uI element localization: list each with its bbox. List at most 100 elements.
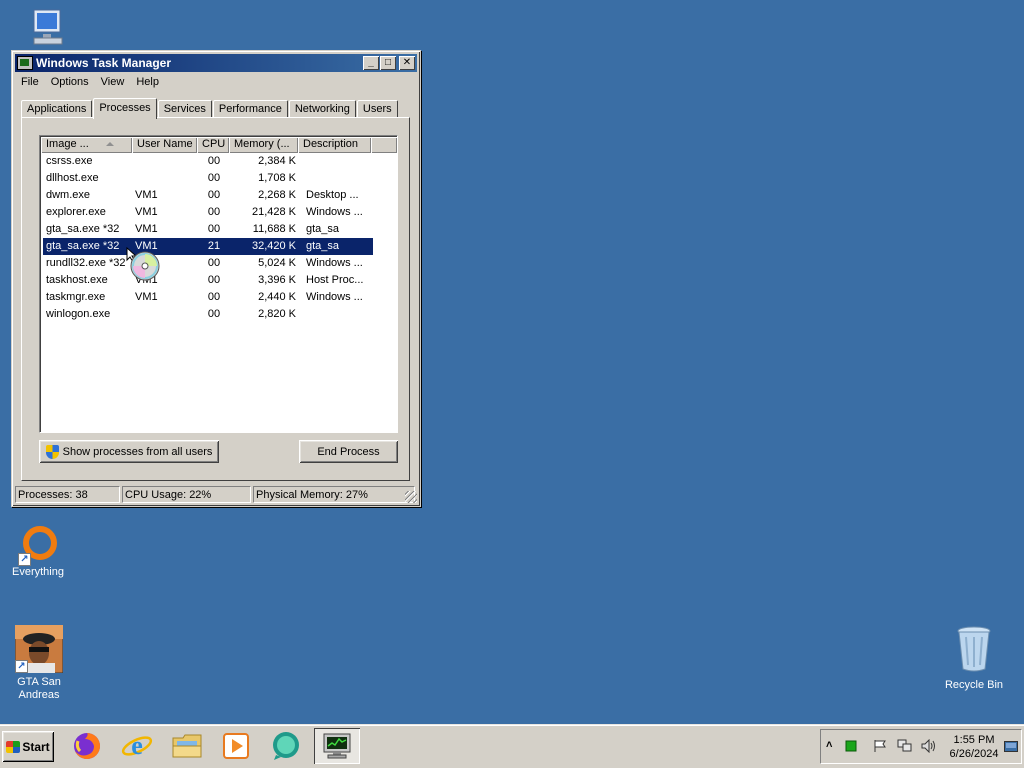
task-manager-icon bbox=[17, 56, 33, 70]
busy-cursor-icon bbox=[126, 246, 160, 281]
tab-performance[interactable]: Performance bbox=[212, 100, 288, 118]
column-image-name[interactable]: Image ... bbox=[41, 137, 132, 153]
taskbar-internet-explorer[interactable]: e bbox=[119, 728, 155, 764]
tab-processes[interactable]: Processes bbox=[93, 98, 157, 119]
tab-networking[interactable]: Networking bbox=[288, 100, 356, 118]
process-description bbox=[296, 306, 369, 323]
process-description: Desktop ... bbox=[306, 189, 359, 201]
process-image-name: csrss.exe bbox=[46, 155, 93, 167]
process-image-name: dllhost.exe bbox=[46, 172, 99, 184]
title-bar[interactable]: Windows Task Manager _ □ ✕ bbox=[15, 54, 417, 72]
process-list[interactable]: Image ... User Name CPU Memory (... Desc… bbox=[39, 135, 398, 433]
process-row[interactable]: dwm.exe VM1 00 2,268 K Desktop ... bbox=[43, 187, 373, 204]
desktop-icon-label: Recycle Bin bbox=[944, 679, 1004, 691]
process-description: Windows ... bbox=[306, 206, 363, 218]
process-user-name: VM1 bbox=[135, 223, 158, 235]
process-row[interactable]: gta_sa.exe *32 VM1 21 32,420 Kgta_sa bbox=[43, 238, 373, 255]
menu-options[interactable]: Options bbox=[45, 76, 95, 88]
status-cpu-usage: CPU Usage: 22% bbox=[122, 486, 251, 503]
resize-grip[interactable] bbox=[405, 491, 417, 503]
recycle-bin-icon bbox=[957, 626, 991, 672]
taskbar-firefox[interactable] bbox=[69, 728, 105, 764]
process-cpu: 21 bbox=[207, 240, 221, 252]
tab-users[interactable]: Users bbox=[356, 100, 398, 118]
task-manager-icon bbox=[323, 733, 351, 759]
minimize-button[interactable]: _ bbox=[363, 56, 379, 70]
process-user-name bbox=[132, 170, 198, 187]
process-memory: 2,820 K bbox=[258, 308, 296, 320]
process-memory: 2,384 K bbox=[258, 155, 296, 167]
green-status-icon[interactable] bbox=[845, 740, 857, 752]
taskbar-media-player[interactable] bbox=[218, 728, 254, 764]
list-header: Image ... User Name CPU Memory (... Desc… bbox=[40, 136, 397, 153]
maximize-button[interactable]: □ bbox=[380, 56, 396, 70]
tab-applications[interactable]: Applications bbox=[21, 100, 93, 118]
shortcut-arrow-icon: ↗ bbox=[15, 660, 28, 673]
column-memory[interactable]: Memory (... bbox=[229, 137, 298, 153]
process-row[interactable]: taskhost.exeVM1003,396 KHost Proc... bbox=[43, 272, 373, 289]
taskbar-task-manager[interactable] bbox=[314, 728, 360, 764]
action-center-flag-icon[interactable] bbox=[873, 739, 887, 753]
status-bar: Processes: 38 CPU Usage: 22% Physical Me… bbox=[15, 486, 417, 503]
tab-services[interactable]: Services bbox=[157, 100, 212, 118]
desktop-icon-gta-san-andreas[interactable]: ↗ GTA San Andreas bbox=[3, 624, 75, 702]
process-row[interactable]: dllhost.exe 00 1,708 K bbox=[43, 170, 373, 187]
menu-view[interactable]: View bbox=[95, 76, 131, 88]
desktop-icon-computer[interactable] bbox=[10, 8, 82, 50]
process-rows: csrss.exe 00 2,384 K dllhost.exe 00 1,708 K dw… bbox=[40, 153, 397, 323]
taskbar: Start e ˄ 1:55 PM 6/26/2024 bbox=[0, 724, 1024, 768]
process-row[interactable]: winlogon.exe 00 2,820 K bbox=[43, 306, 373, 323]
process-cpu: 00 bbox=[207, 206, 221, 218]
sort-ascending-icon bbox=[106, 142, 114, 146]
process-description: gta_sa bbox=[306, 223, 340, 235]
process-memory: 3,396 K bbox=[258, 274, 296, 286]
notification-area: ˄ 1:55 PM 6/26/2024 bbox=[820, 729, 1022, 764]
desktop-icon-recycle-bin[interactable]: Recycle Bin bbox=[938, 625, 1010, 692]
uac-shield-icon bbox=[45, 444, 59, 459]
network-icon[interactable] bbox=[897, 739, 913, 753]
column-cpu[interactable]: CPU bbox=[197, 137, 229, 153]
process-description: Windows ... bbox=[306, 291, 363, 303]
process-user-name: VM1 bbox=[135, 291, 158, 303]
process-description: Host Proc... bbox=[306, 274, 364, 286]
menu-bar: File Options View Help bbox=[15, 73, 417, 91]
process-cpu: 00 bbox=[207, 257, 221, 269]
system-clock[interactable]: 1:55 PM 6/26/2024 bbox=[939, 733, 1009, 761]
process-memory: 5,024 K bbox=[258, 257, 296, 269]
column-description[interactable]: Description bbox=[298, 137, 371, 153]
close-button[interactable]: ✕ bbox=[399, 56, 415, 70]
process-row[interactable]: csrss.exe 00 2,384 K bbox=[43, 153, 373, 170]
column-user-name[interactable]: User Name bbox=[132, 137, 197, 153]
process-description: Windows ... bbox=[306, 257, 363, 269]
internet-explorer-icon: e bbox=[121, 731, 153, 760]
process-row[interactable]: gta_sa.exe *32 VM1 00 11,688 K gta_sa bbox=[43, 221, 373, 238]
process-memory: 1,708 K bbox=[258, 172, 296, 184]
taskbar-file-explorer[interactable] bbox=[169, 728, 205, 764]
show-all-processes-button[interactable]: Show processes from all users bbox=[39, 440, 219, 463]
folder-icon bbox=[172, 734, 202, 758]
menu-help[interactable]: Help bbox=[130, 76, 165, 88]
media-player-icon bbox=[223, 733, 249, 759]
desktop-icon-everything[interactable]: ↗ Everything bbox=[2, 523, 74, 579]
process-memory: 2,268 K bbox=[258, 189, 296, 201]
clock-date: 6/26/2024 bbox=[949, 748, 999, 760]
taskbar-chat-app[interactable] bbox=[268, 728, 304, 764]
process-image-name: explorer.exe bbox=[46, 206, 106, 218]
process-user-name: VM1 bbox=[135, 189, 158, 201]
start-button[interactable]: Start bbox=[2, 731, 54, 762]
show-desktop-icon[interactable] bbox=[1004, 741, 1018, 752]
computer-icon bbox=[33, 9, 63, 45]
end-process-button[interactable]: End Process bbox=[299, 440, 398, 463]
menu-file[interactable]: File bbox=[15, 76, 45, 88]
process-description bbox=[296, 170, 369, 187]
firefox-icon bbox=[74, 733, 100, 759]
chat-bubble-icon bbox=[273, 732, 299, 760]
process-row[interactable]: taskmgr.exe VM1 00 2,440 K Windows ... bbox=[43, 289, 373, 306]
column-label: Image ... bbox=[46, 138, 89, 150]
clock-time: 1:55 PM bbox=[953, 734, 995, 746]
volume-icon[interactable] bbox=[921, 739, 937, 753]
process-row[interactable]: rundll32.exe *32VM1005,024 KWindows ... bbox=[43, 255, 373, 272]
show-hidden-icons-icon[interactable]: ˄ bbox=[826, 739, 832, 751]
process-row[interactable]: explorer.exe VM1 00 21,428 K Windows ... bbox=[43, 204, 373, 221]
process-memory: 21,428 K bbox=[251, 206, 296, 218]
